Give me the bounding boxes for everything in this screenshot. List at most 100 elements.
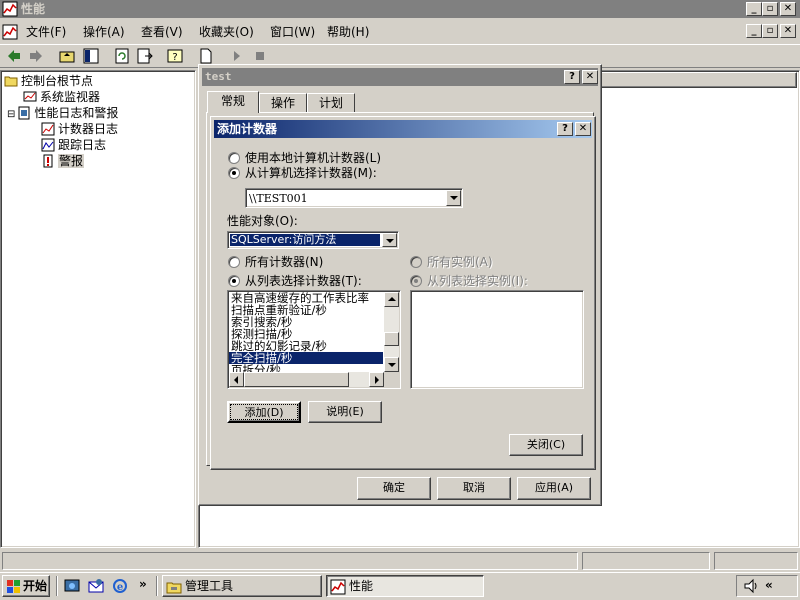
help-icon[interactable]: ? (166, 47, 184, 65)
radio-select-counters[interactable] (228, 275, 240, 287)
task-admin-tools[interactable]: 管理工具 (162, 575, 322, 597)
task-label: 管理工具 (185, 579, 234, 593)
tree-item-perf-logs[interactable]: ⊟ 性能日志和警报 (7, 105, 118, 121)
add-counter-close-button[interactable]: ✕ (575, 122, 591, 136)
up-folder-icon[interactable] (58, 47, 76, 65)
tree-item-trace-logs[interactable]: 跟踪日志 (41, 137, 106, 153)
volume-icon[interactable] (743, 578, 759, 594)
computer-combo-value: \\TEST001 (249, 192, 308, 205)
new-icon[interactable] (197, 47, 215, 65)
restore-button[interactable]: ▫ (762, 2, 778, 16)
test-close-button[interactable]: ✕ (582, 70, 598, 84)
perf-object-label: 性能对象(O): (227, 214, 298, 228)
menu-view[interactable]: 查看(V) (141, 24, 183, 40)
tree-item-counter-logs[interactable]: 计数器日志 (41, 121, 118, 137)
quick-launch-more-icon[interactable]: » (139, 577, 147, 591)
alert-icon (43, 154, 53, 168)
add-counter-title-bar: 添加计数器 ? ✕ (214, 120, 592, 138)
counter-log-icon (41, 122, 55, 136)
add-button[interactable]: 添加(D) (227, 401, 301, 423)
instance-list[interactable] (410, 290, 584, 389)
radio-local-computer[interactable] (228, 152, 240, 164)
perf-object-combo[interactable]: SQLServer:访问方法 (227, 231, 399, 249)
menu-favorites[interactable]: 收藏夹(O) (199, 24, 254, 40)
explain-button[interactable]: 说明(E) (308, 401, 382, 423)
tree-label: 性能日志和警报 (34, 106, 119, 120)
scroll-thumb[interactable] (384, 332, 399, 346)
tree-label: 跟踪日志 (58, 138, 107, 152)
outlook-express-icon[interactable] (88, 578, 104, 594)
status-pane-main (2, 552, 578, 570)
start-button[interactable]: 开始 (2, 575, 50, 597)
tree-item-system-monitor[interactable]: 系统监视器 (23, 89, 100, 105)
radio-select-computer[interactable] (228, 167, 240, 179)
folder-icon (4, 76, 18, 87)
scroll-left-icon[interactable] (229, 372, 244, 387)
radio-all-counters[interactable] (228, 256, 240, 268)
forward-icon[interactable] (27, 47, 45, 65)
menu-action[interactable]: 操作(A) (83, 24, 125, 40)
computer-combo[interactable]: \\TEST001 (245, 188, 463, 208)
doc-restore-button[interactable]: ▫ (762, 24, 778, 38)
main-title-bar: 性能 _ ▫ ✕ (0, 0, 800, 18)
scroll-right-icon[interactable] (369, 372, 384, 387)
test-help-button[interactable]: ? (564, 70, 580, 84)
collapse-icon[interactable]: ⊟ (7, 109, 15, 120)
menu-file[interactable]: 文件(F) (26, 24, 66, 40)
tree-item-alerts[interactable]: 警报 (41, 153, 85, 169)
scroll-up-icon[interactable] (384, 292, 399, 307)
task-label: 性能 (349, 579, 374, 593)
add-counter-help-button[interactable]: ? (557, 122, 573, 136)
counter-list[interactable]: 来自高速缓存的工作表比率 扫描点重新验证/秒 索引搜索/秒 探测扫描/秒 跳过的… (227, 290, 401, 389)
windows-logo-icon (7, 580, 20, 593)
back-icon[interactable] (5, 47, 23, 65)
scroll-corner (384, 372, 399, 387)
status-pane-2 (582, 552, 710, 570)
menu-help[interactable]: 帮助(H) (327, 24, 369, 40)
apply-button[interactable]: 应用(A) (517, 477, 591, 500)
tree-label: 计数器日志 (58, 122, 119, 136)
tab-schedule[interactable]: 计划 (307, 93, 355, 113)
chevron-down-icon[interactable] (446, 190, 461, 206)
close-button[interactable]: ✕ (780, 2, 796, 16)
admin-tools-icon (166, 582, 182, 594)
show-desktop-icon[interactable] (64, 578, 80, 594)
doc-minimize-button[interactable]: _ (746, 24, 762, 38)
perf-icon (330, 579, 346, 595)
monitor-icon (23, 91, 37, 102)
task-performance[interactable]: 性能 (326, 575, 484, 597)
show-hide-tree-icon[interactable] (82, 47, 100, 65)
chevron-down-icon[interactable] (382, 233, 397, 247)
tree-item-console-root[interactable]: 控制台根节点 (4, 73, 93, 89)
test-dialog-title-bar: test ? ✕ (202, 68, 598, 86)
taskbar-separator-2 (156, 576, 158, 596)
start-label: 开始 (23, 579, 48, 593)
stop-icon[interactable] (251, 47, 269, 65)
start-icon[interactable] (228, 47, 246, 65)
cancel-button[interactable]: 取消 (437, 477, 511, 500)
tab-action[interactable]: 操作 (259, 93, 307, 113)
counter-list-hscroll[interactable] (229, 372, 384, 387)
tray-expand-icon[interactable]: « (765, 578, 773, 592)
scroll-down-icon[interactable] (384, 357, 399, 372)
scroll-hthumb[interactable] (244, 372, 349, 387)
tree-label: 系统监视器 (40, 90, 101, 104)
svg-text:e: e (117, 582, 123, 593)
doc-close-button[interactable]: ✕ (780, 24, 796, 38)
minimize-button[interactable]: _ (746, 2, 762, 16)
refresh-icon[interactable] (113, 47, 131, 65)
ie-icon[interactable]: e (112, 578, 128, 594)
close-dialog-button[interactable]: 关闭(C) (509, 434, 583, 456)
radio-select-instances[interactable] (410, 275, 422, 287)
column-header[interactable] (601, 72, 797, 88)
ok-button[interactable]: 确定 (357, 477, 431, 500)
perf-app-icon (2, 1, 18, 17)
radio-all-instances[interactable] (410, 256, 422, 268)
radio-select-computer-label: 从计算机选择计数器(M): (245, 166, 377, 180)
counter-list-vscroll[interactable] (384, 292, 399, 372)
status-bar (0, 550, 800, 572)
export-list-icon[interactable] (136, 47, 154, 65)
menu-window[interactable]: 窗口(W) (270, 24, 315, 40)
tab-general[interactable]: 常规 (207, 91, 259, 113)
radio-select-counters-label: 从列表选择计数器(T): (245, 274, 362, 288)
